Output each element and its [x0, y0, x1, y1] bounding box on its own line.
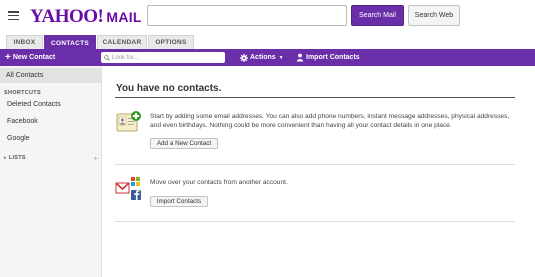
sidebar-item-all-contacts[interactable]: All Contacts [0, 68, 101, 83]
logo-brand: YAHOO! [30, 6, 104, 27]
header: YAHOO! MAIL Search Mail Search Web [0, 0, 535, 32]
chevron-right-icon: ▸ [4, 155, 7, 161]
yahoo-mail-logo[interactable]: YAHOO! MAIL [30, 6, 142, 27]
plus-icon: + [5, 51, 11, 63]
new-contact-button[interactable]: + New Contact [5, 49, 55, 66]
import-contacts-label: Import Contacts [306, 54, 360, 61]
logo-product: MAIL [106, 9, 142, 25]
import-contacts-description: Move over your contacts from another acc… [150, 179, 288, 186]
search-mail-button[interactable]: Search Mail [351, 5, 404, 26]
person-import-icon [296, 53, 304, 62]
actions-label: Actions [250, 54, 276, 61]
shortcuts-heading: SHORTCUTS [4, 90, 41, 96]
add-list-icon[interactable]: + [93, 154, 98, 163]
main-content: You have no contacts. Start by adding so… [102, 66, 535, 277]
section-divider-bottom [115, 221, 515, 222]
new-contact-label: New Contact [12, 54, 56, 61]
section-divider [115, 164, 515, 165]
address-card-icon [116, 111, 142, 138]
menu-icon[interactable] [8, 11, 19, 21]
lists-heading: ▸ LISTS [4, 155, 26, 161]
tab-inbox[interactable]: INBOX [6, 35, 43, 49]
lookup-placeholder: Look for... [112, 54, 139, 61]
tab-options[interactable]: OPTIONS [148, 35, 194, 49]
sidebar-item-facebook[interactable]: Facebook [7, 118, 38, 125]
main-tabs: INBOX CONTACTS CALENDAR OPTIONS [0, 35, 535, 50]
search-icon [104, 54, 110, 61]
mail-services-icon [115, 176, 143, 207]
import-contacts-toolbar-button[interactable]: Import Contacts [296, 49, 360, 66]
sidebar-item-deleted-contacts[interactable]: Deleted Contacts [7, 101, 61, 108]
add-contacts-description: Start by adding some email addresses. Yo… [150, 113, 510, 129]
actions-menu[interactable]: Actions ▼ [240, 49, 284, 66]
lists-heading-label: LISTS [8, 155, 26, 161]
title-divider [115, 97, 515, 98]
search-web-button[interactable]: Search Web [408, 5, 460, 26]
add-new-contact-button[interactable]: Add a New Contact [150, 138, 218, 149]
gear-icon [240, 53, 248, 62]
search-input[interactable] [147, 5, 347, 26]
contact-lookup-input[interactable]: Look for... [101, 52, 225, 63]
contacts-sidebar: All Contacts SHORTCUTS Deleted Contacts … [0, 66, 102, 277]
chevron-down-icon: ▼ [278, 54, 284, 61]
page-title: You have no contacts. [116, 83, 222, 94]
tab-contacts[interactable]: CONTACTS [44, 35, 96, 50]
import-contacts-button[interactable]: Import Contacts [150, 196, 208, 207]
lists-header[interactable]: ▸ LISTS + [4, 153, 98, 163]
contacts-toolbar: + New Contact Look for... Actions ▼ Impo… [0, 49, 535, 66]
tab-calendar[interactable]: CALENDAR [97, 35, 147, 49]
sidebar-item-google[interactable]: Google [7, 135, 30, 142]
